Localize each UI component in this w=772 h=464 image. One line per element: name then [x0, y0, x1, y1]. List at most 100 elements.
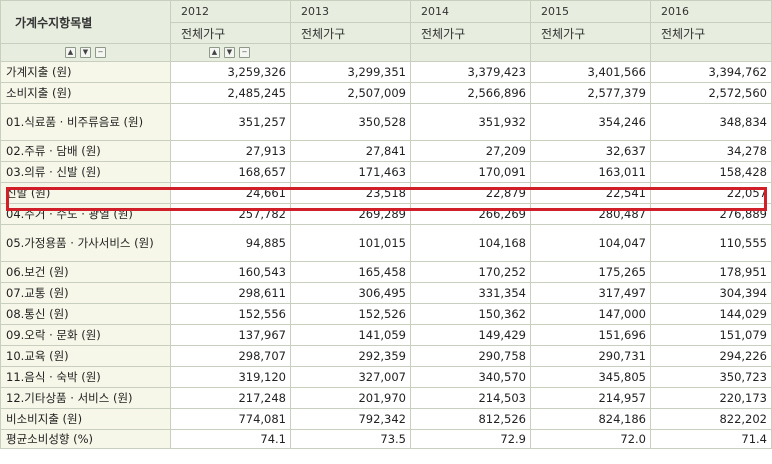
value-cell: 345,805	[530, 366, 651, 388]
value-cell: 171,463	[290, 161, 411, 183]
value-cell: 27,209	[410, 140, 531, 162]
year-header: 2014	[410, 0, 531, 23]
value-cell: 2,485,245	[170, 82, 291, 104]
table-row: 12.기타상품 · 서비스 (원) 217,248 201,970 214,503 21…	[0, 387, 772, 409]
value-cell: 290,758	[410, 345, 531, 367]
value-cell: 104,168	[410, 224, 531, 262]
sort-up-icon[interactable]: ▲	[209, 47, 220, 58]
value-cell: 104,047	[530, 224, 651, 262]
row-label: 01.식료품 · 비주류음료 (원)	[0, 103, 171, 141]
sort-down-icon[interactable]: ▼	[80, 47, 91, 58]
data-table-view: 가계수지항목별 2012 2013 2014 2015 2016 전체가구 전체…	[0, 0, 772, 464]
table-row: 03.의류 · 신발 (원) 168,657 171,463 170,091 163,0…	[0, 161, 772, 183]
value-cell: 141,059	[290, 324, 411, 346]
value-cell: 201,970	[290, 387, 411, 409]
value-cell: 170,091	[410, 161, 531, 183]
value-cell: 22,879	[410, 182, 531, 204]
year-header: 2012	[170, 0, 291, 23]
value-cell: 298,611	[170, 282, 291, 304]
value-cell: 152,526	[290, 303, 411, 325]
value-cell: 3,379,423	[410, 61, 531, 83]
collapse-icon[interactable]: −	[95, 47, 106, 58]
value-cell: 73.5	[290, 429, 411, 449]
value-cell: 290,731	[530, 345, 651, 367]
value-cell: 269,289	[290, 203, 411, 225]
table-row: 06.보건 (원) 160,543 165,458 170,252 175,265 178…	[0, 261, 772, 283]
row-label: 평균소비성향 (%)	[0, 429, 171, 449]
value-cell: 94,885	[170, 224, 291, 262]
value-cell: 351,932	[410, 103, 531, 141]
value-cell: 24,661	[170, 182, 291, 204]
table-row: 02.주류 · 담배 (원) 27,913 27,841 27,209 32,637 34…	[0, 140, 772, 162]
sort-down-icon[interactable]: ▼	[224, 47, 235, 58]
value-cell: 298,707	[170, 345, 291, 367]
value-cell: 350,723	[650, 366, 772, 388]
value-cell: 319,120	[170, 366, 291, 388]
value-cell: 160,543	[170, 261, 291, 283]
value-cell: 3,259,326	[170, 61, 291, 83]
value-cell: 72.9	[410, 429, 531, 449]
row-label: 06.보건 (원)	[0, 261, 171, 283]
value-cell: 22,541	[530, 182, 651, 204]
sort-up-icon[interactable]: ▲	[65, 47, 76, 58]
year-header: 2016	[650, 0, 772, 23]
value-cell: 22,057	[650, 182, 772, 204]
value-cell: 3,401,566	[530, 61, 651, 83]
value-cell: 2,507,009	[290, 82, 411, 104]
row-label: 05.가정용품 · 가사서비스 (원)	[0, 224, 171, 262]
collapse-icon[interactable]: −	[239, 47, 250, 58]
value-cell: 276,889	[650, 203, 772, 225]
row-label: 10.교육 (원)	[0, 345, 171, 367]
value-cell: 34,278	[650, 140, 772, 162]
row-label: 09.오락 · 문화 (원)	[0, 324, 171, 346]
value-cell: 214,503	[410, 387, 531, 409]
table-row: 01.식료품 · 비주류음료 (원) 351,257 350,528 351,932 3…	[0, 103, 772, 141]
value-cell: 150,362	[410, 303, 531, 325]
column-sort-controls: ▲ ▼ −	[170, 43, 291, 62]
value-cell: 168,657	[170, 161, 291, 183]
table-row: 10.교육 (원) 298,707 292,359 290,758 290,731 294…	[0, 345, 772, 367]
value-cell: 327,007	[290, 366, 411, 388]
value-cell: 280,487	[530, 203, 651, 225]
value-cell: 294,226	[650, 345, 772, 367]
value-cell: 74.1	[170, 429, 291, 449]
value-cell: 165,458	[290, 261, 411, 283]
value-cell: 220,173	[650, 387, 772, 409]
value-cell: 152,556	[170, 303, 291, 325]
value-cell: 71.4	[650, 429, 772, 449]
value-cell: 101,015	[290, 224, 411, 262]
table-row: 신발 (원) 24,661 23,518 22,879 22,541 22,057	[0, 182, 772, 204]
value-cell: 158,428	[650, 161, 772, 183]
value-cell: 151,696	[530, 324, 651, 346]
household-type-header: 전체가구	[290, 22, 411, 44]
household-expenditure-table: 가계수지항목별 2012 2013 2014 2015 2016 전체가구 전체…	[0, 0, 772, 449]
value-cell: 151,079	[650, 324, 772, 346]
value-cell: 23,518	[290, 182, 411, 204]
value-cell: 27,841	[290, 140, 411, 162]
value-cell: 72.0	[530, 429, 651, 449]
value-cell: 266,269	[410, 203, 531, 225]
table-row: 04.주거 · 수도 · 광열 (원) 257,782 269,289 266,269…	[0, 203, 772, 225]
value-cell: 178,951	[650, 261, 772, 283]
row-label: 소비지출 (원)	[0, 82, 171, 104]
value-cell: 812,526	[410, 408, 531, 430]
value-cell: 350,528	[290, 103, 411, 141]
value-cell: 774,081	[170, 408, 291, 430]
value-cell: 163,011	[530, 161, 651, 183]
household-type-header: 전체가구	[410, 22, 531, 44]
value-cell: 147,000	[530, 303, 651, 325]
value-cell: 292,359	[290, 345, 411, 367]
household-type-header: 전체가구	[650, 22, 772, 44]
value-cell: 354,246	[530, 103, 651, 141]
value-cell: 2,566,896	[410, 82, 531, 104]
table-row: 09.오락 · 문화 (원) 137,967 141,059 149,429 151,6…	[0, 324, 772, 346]
value-cell: 304,394	[650, 282, 772, 304]
value-cell: 348,834	[650, 103, 772, 141]
value-cell: 317,497	[530, 282, 651, 304]
table-row: 가계지출 (원) 3,259,326 3,299,351 3,379,423 3,401…	[0, 61, 772, 83]
table-row: 소비지출 (원) 2,485,245 2,507,009 2,566,896 2,577…	[0, 82, 772, 104]
row-label: 04.주거 · 수도 · 광열 (원)	[0, 203, 171, 225]
table-row: 07.교통 (원) 298,611 306,495 331,354 317,497 304…	[0, 282, 772, 304]
household-type-header: 전체가구	[170, 22, 291, 44]
row-label: 가계지출 (원)	[0, 61, 171, 83]
